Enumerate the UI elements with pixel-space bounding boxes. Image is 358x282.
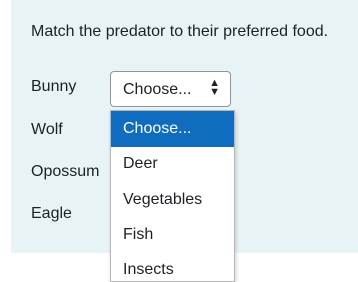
sort-arrows-icon: ▲ ▼ — [209, 77, 220, 98]
row-label-eagle: Eagle — [31, 205, 72, 222]
option-insects[interactable]: Insects — [111, 252, 234, 281]
option-choose[interactable]: Choose... — [111, 111, 234, 147]
dropdown-list: Choose... Deer Vegetables Fish Insects — [110, 110, 235, 282]
row-label-wolf: Wolf — [31, 121, 63, 138]
bunny-answer-select[interactable]: Choose... ▲ ▼ — [110, 71, 231, 107]
row-label-opossum: Opossum — [31, 163, 100, 180]
row-label-bunny: Bunny — [31, 78, 77, 95]
question-prompt: Match the predator to their preferred fo… — [31, 23, 329, 40]
option-deer[interactable]: Deer — [111, 146, 234, 182]
select-value: Choose... — [123, 81, 192, 98]
option-fish[interactable]: Fish — [111, 217, 234, 253]
option-vegetables[interactable]: Vegetables — [111, 182, 234, 218]
